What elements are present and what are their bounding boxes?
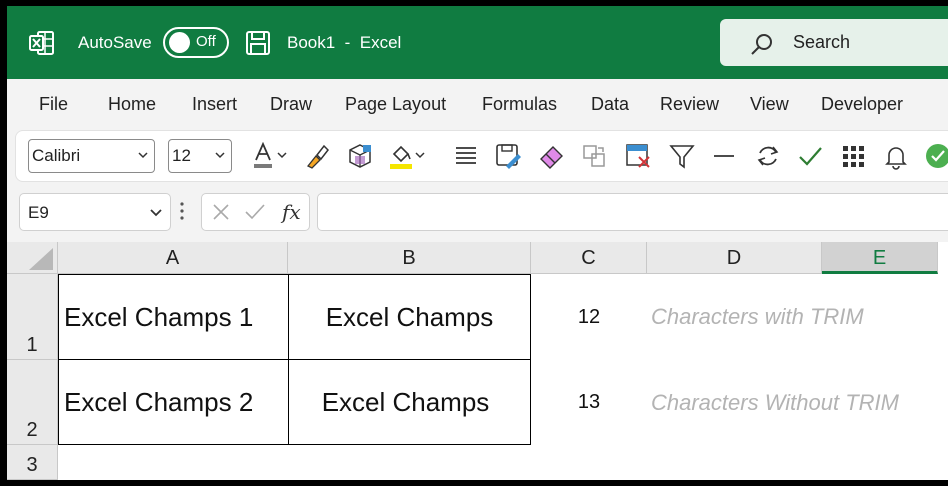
cell-b1[interactable]: Excel Champs bbox=[288, 274, 531, 360]
column-header-d[interactable]: D bbox=[647, 242, 822, 274]
menu-review[interactable]: Review bbox=[660, 94, 719, 115]
row-header-3[interactable]: 3 bbox=[7, 445, 58, 480]
column-header-b[interactable]: B bbox=[288, 242, 531, 274]
search-placeholder: Search bbox=[793, 32, 851, 52]
excel-logo-icon bbox=[29, 31, 54, 55]
row-header-1[interactable]: 1 bbox=[7, 274, 58, 360]
select-all-corner[interactable] bbox=[7, 242, 58, 274]
cell-d1[interactable]: Characters with TRIM bbox=[651, 274, 948, 360]
cell-b2[interactable]: Excel Champs bbox=[288, 359, 531, 445]
formula-controls: fx bbox=[201, 193, 310, 231]
menu-developer[interactable]: Developer bbox=[821, 94, 903, 115]
column-header-a[interactable]: A bbox=[58, 242, 288, 274]
menu-formulas[interactable]: Formulas bbox=[482, 94, 557, 115]
chevron-down-icon bbox=[150, 209, 162, 217]
row-number: 1 bbox=[26, 334, 38, 356]
excel-window: AutoSave Off Book1 - Excel Search File H… bbox=[7, 6, 948, 480]
menu-file[interactable]: File bbox=[39, 94, 68, 115]
minus-icon[interactable] bbox=[710, 142, 738, 170]
menu-draw[interactable]: Draw bbox=[270, 94, 312, 115]
paste-format-icon[interactable] bbox=[580, 142, 608, 170]
enter-check-icon[interactable] bbox=[244, 203, 266, 221]
font-name-dropdown[interactable]: Calibri bbox=[28, 139, 155, 173]
save-icon[interactable] bbox=[245, 30, 271, 56]
bell-icon[interactable] bbox=[882, 142, 910, 170]
font-size-dropdown[interactable]: 12 bbox=[168, 139, 232, 173]
chevron-down-icon bbox=[138, 152, 148, 159]
column-header-e[interactable]: E bbox=[822, 242, 938, 274]
name-box-value: E9 bbox=[28, 203, 49, 222]
cell-a2[interactable]: Excel Champs 2 bbox=[58, 359, 289, 445]
menu-bar: File Home Insert Draw Page Layout Formul… bbox=[7, 79, 948, 131]
cell-a1[interactable]: Excel Champs 1 bbox=[58, 274, 289, 360]
menu-insert[interactable]: Insert bbox=[192, 94, 237, 115]
menu-page-layout[interactable]: Page Layout bbox=[345, 94, 446, 115]
cell-c1[interactable]: 12 bbox=[531, 274, 647, 360]
format-painter-icon[interactable] bbox=[304, 142, 332, 170]
cube-icon[interactable] bbox=[346, 142, 374, 170]
cancel-icon[interactable] bbox=[212, 203, 230, 221]
font-color-icon[interactable] bbox=[252, 142, 292, 170]
font-name-value: Calibri bbox=[32, 146, 81, 165]
ribbon-toolbar: Calibri 12 bbox=[15, 130, 948, 182]
more-options-icon[interactable] bbox=[180, 202, 184, 220]
menu-home[interactable]: Home bbox=[108, 94, 156, 115]
eraser-icon[interactable] bbox=[538, 142, 566, 170]
font-size-value: 12 bbox=[172, 146, 191, 165]
clear-format-icon[interactable] bbox=[624, 142, 652, 170]
row-header-2[interactable]: 2 bbox=[7, 360, 58, 445]
align-icon[interactable] bbox=[452, 142, 480, 170]
formula-input[interactable] bbox=[317, 193, 948, 231]
search-box[interactable]: Search bbox=[720, 19, 948, 66]
filter-icon[interactable] bbox=[668, 142, 696, 170]
cell-c2[interactable]: 13 bbox=[531, 360, 647, 445]
save-edit-icon[interactable] bbox=[494, 142, 522, 170]
worksheet-grid: A B C D E 1 2 3 Excel Champs 1 Excel Cha… bbox=[7, 242, 948, 480]
toggle-knob bbox=[169, 32, 190, 53]
name-box[interactable]: E9 bbox=[19, 193, 171, 231]
check-circle-icon[interactable] bbox=[924, 142, 948, 170]
chevron-down-icon bbox=[215, 152, 225, 159]
title-bar: AutoSave Off Book1 - Excel Search bbox=[7, 6, 948, 79]
cell-d2[interactable]: Characters Without TRIM bbox=[651, 360, 948, 445]
screen-frame: AutoSave Off Book1 - Excel Search File H… bbox=[0, 0, 948, 486]
document-title: Book1 - Excel bbox=[287, 32, 402, 52]
insert-function-icon[interactable]: fx bbox=[280, 200, 304, 224]
search-icon bbox=[751, 34, 772, 55]
row-number: 2 bbox=[26, 419, 38, 441]
fill-color-icon[interactable] bbox=[388, 142, 428, 170]
menu-data[interactable]: Data bbox=[591, 94, 629, 115]
menu-view[interactable]: View bbox=[750, 94, 789, 115]
autosave-label: AutoSave bbox=[78, 32, 152, 52]
svg-text:fx: fx bbox=[280, 200, 301, 224]
refresh-icon[interactable] bbox=[754, 142, 782, 170]
autosave-state: Off bbox=[196, 33, 216, 50]
autosave-toggle[interactable]: Off bbox=[163, 27, 229, 58]
select-all-icon bbox=[29, 248, 53, 270]
formula-bar: E9 fx bbox=[7, 184, 948, 242]
grid-icon[interactable] bbox=[840, 142, 868, 170]
check-icon[interactable] bbox=[796, 142, 824, 170]
row-number: 3 bbox=[26, 454, 38, 476]
column-header-c[interactable]: C bbox=[531, 242, 647, 274]
